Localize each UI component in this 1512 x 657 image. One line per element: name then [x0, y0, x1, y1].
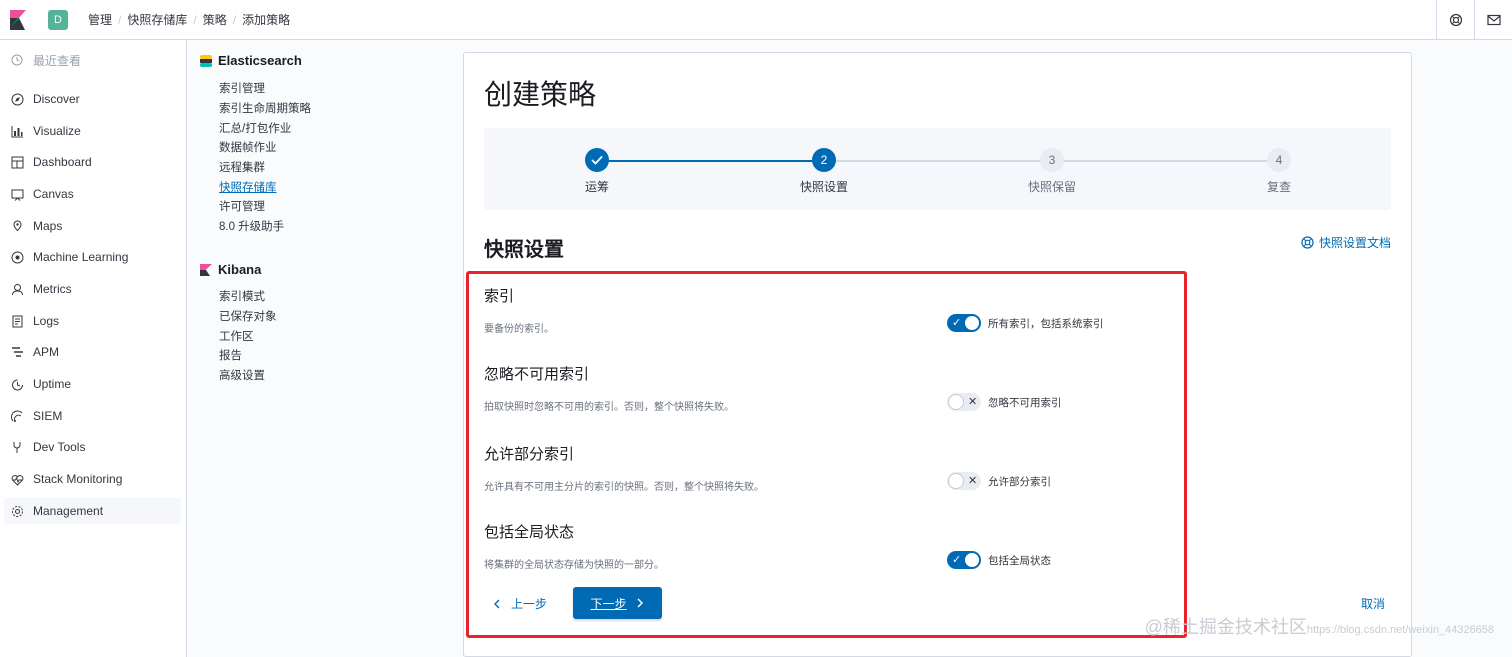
step-label: 运筹: [584, 180, 609, 194]
step-label: 快照设置: [799, 180, 848, 194]
link-spaces[interactable]: 工作区: [219, 328, 254, 344]
nav-visualize[interactable]: Visualize: [4, 118, 181, 144]
nav-label: 最近查看: [33, 53, 82, 68]
nav-label: Logs: [33, 314, 60, 328]
newsfeed-button[interactable]: [1474, 0, 1512, 40]
bar-chart-icon: [9, 123, 25, 139]
link-reporting[interactable]: 报告: [219, 347, 242, 363]
canvas-icon: [9, 186, 25, 202]
nav-label: SIEM: [33, 409, 63, 423]
link-transforms[interactable]: 数据帧作业: [219, 139, 277, 155]
siem-icon: [9, 408, 25, 424]
elasticsearch-logo-icon: [200, 54, 212, 67]
nav-label: Visualize: [33, 124, 81, 138]
kibana-logo-icon[interactable]: [2, 0, 34, 40]
heartbeat-icon: [9, 471, 25, 487]
step-4[interactable]: 4 复查: [1199, 148, 1359, 195]
nav-metrics[interactable]: Metrics: [4, 276, 181, 302]
metrics-icon: [9, 281, 25, 297]
step-number: 2: [812, 148, 836, 172]
management-sidebar: Elasticsearch 索引管理 索引生命周期策略 汇总/打包作业 数据帧作…: [188, 40, 448, 657]
left-navigation: 最近查看 Discover Visualize Dashboard Canvas…: [0, 40, 187, 657]
nav-label: APM: [33, 345, 60, 359]
nav-label: Machine Learning: [33, 250, 129, 264]
nav-label: Maps: [33, 219, 63, 233]
nav-recently-viewed[interactable]: 最近查看: [4, 47, 181, 73]
breadcrumb: 管理 / 快照存储库 / 策略 / 添加策略: [88, 11, 290, 28]
uptime-icon: [9, 376, 25, 392]
kibana-logo-icon: [200, 263, 212, 276]
step-label: 复查: [1266, 180, 1291, 194]
nav-label: Stack Monitoring: [33, 472, 123, 486]
kibana-section-title: Kibana: [200, 262, 261, 277]
link-index-lifecycle-policies[interactable]: 索引生命周期策略: [219, 100, 311, 116]
link-index-management[interactable]: 索引管理: [219, 80, 265, 96]
nav-apm[interactable]: APM: [4, 339, 181, 365]
link-rollup-jobs[interactable]: 汇总/打包作业: [219, 120, 291, 136]
step-number: 3: [1040, 148, 1064, 172]
nav-canvas[interactable]: Canvas: [4, 181, 181, 207]
nav-management[interactable]: Management: [4, 498, 181, 524]
nav-logs[interactable]: Logs: [4, 308, 181, 334]
nav-dashboard[interactable]: Dashboard: [4, 149, 181, 175]
nav-label: Dashboard: [33, 155, 92, 169]
nav-stack-monitoring[interactable]: Stack Monitoring: [4, 466, 181, 492]
elasticsearch-section-title: Elasticsearch: [200, 53, 302, 68]
section-title: 快照设置: [484, 239, 564, 261]
link-upgrade-assistant[interactable]: 8.0 升级助手: [219, 218, 284, 234]
step-2[interactable]: 2 快照设置: [744, 148, 904, 195]
breadcrumb-separator: /: [232, 12, 237, 27]
logs-icon: [9, 313, 25, 329]
link-advanced-settings[interactable]: 高级设置: [219, 367, 265, 383]
nav-label: Discover: [33, 92, 80, 106]
nav-siem[interactable]: SIEM: [4, 403, 181, 429]
nav-dev-tools[interactable]: Dev Tools: [4, 434, 181, 460]
step-3[interactable]: 3 快照保留: [972, 148, 1132, 195]
nav-label: Uptime: [33, 377, 72, 391]
link-snapshot-repositories[interactable]: 快照存储库: [219, 179, 277, 195]
breadcrumb-snapshot-repositories[interactable]: 快照存储库: [127, 11, 187, 28]
cancel-button[interactable]: 取消: [1361, 595, 1385, 612]
help-button[interactable]: [1436, 0, 1474, 40]
link-license-management[interactable]: 许可管理: [219, 198, 265, 214]
breadcrumb-policies[interactable]: 策略: [203, 11, 227, 28]
breadcrumb-management[interactable]: 管理: [88, 11, 112, 28]
top-header: D 管理 / 快照存储库 / 策略 / 添加策略: [0, 0, 1512, 40]
clock-icon: [9, 52, 25, 68]
help-icon: [1449, 13, 1462, 27]
steps-progress: 运筹 2 快照设置 3 快照保留 4 复查: [484, 128, 1391, 210]
page-title: 创建策略: [484, 79, 597, 110]
nav-label: Canvas: [33, 187, 74, 201]
gear-icon: [9, 503, 25, 519]
step-1[interactable]: 运筹: [517, 148, 677, 195]
compass-icon: [9, 91, 25, 107]
nav-machine-learning[interactable]: Machine Learning: [4, 244, 181, 270]
link-index-patterns[interactable]: 索引模式: [219, 288, 265, 304]
nav-label: Dev Tools: [33, 440, 86, 454]
nav-discover[interactable]: Discover: [4, 86, 181, 112]
link-remote-clusters[interactable]: 远程集群: [219, 159, 265, 175]
step-number: 4: [1267, 148, 1291, 172]
nav-uptime[interactable]: Uptime: [4, 371, 181, 397]
step-label: 快照保留: [1027, 180, 1076, 194]
snapshot-settings-docs-link[interactable]: 快照设置文档: [1301, 234, 1391, 251]
nav-label: Metrics: [33, 282, 72, 296]
nav-maps[interactable]: Maps: [4, 213, 181, 239]
space-avatar[interactable]: D: [48, 9, 68, 30]
breadcrumb-add-policy: 添加策略: [242, 13, 291, 27]
wrench-icon: [9, 439, 25, 455]
breadcrumb-separator: /: [193, 12, 197, 27]
dashboard-icon: [9, 154, 25, 170]
apm-icon: [9, 344, 25, 360]
map-pin-icon: [9, 218, 25, 234]
mail-icon: [1486, 14, 1501, 26]
machine-learning-icon: [9, 249, 25, 265]
link-saved-objects[interactable]: 已保存对象: [219, 308, 277, 324]
watermark: @稀土掘金技术社区https://blog.csdn.net/weixin_44…: [1144, 617, 1494, 637]
help-icon: [1301, 236, 1314, 249]
breadcrumb-separator: /: [118, 12, 122, 27]
nav-label: Management: [33, 504, 104, 518]
check-icon: [585, 148, 609, 172]
highlight-annotation: [466, 271, 1187, 638]
